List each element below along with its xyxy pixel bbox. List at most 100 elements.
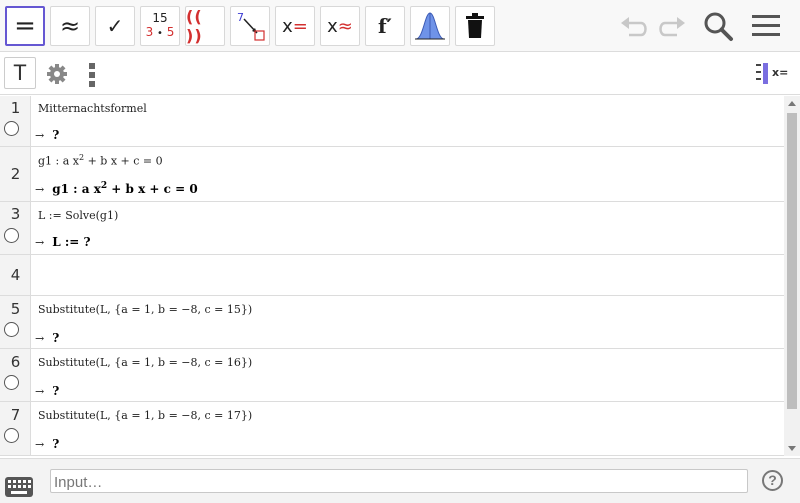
redo-button[interactable] bbox=[653, 8, 689, 44]
probability-calculator-button[interactable] bbox=[410, 6, 450, 46]
text-tool-icon: T bbox=[13, 60, 27, 85]
visibility-toggle[interactable] bbox=[4, 228, 19, 243]
scroll-thumb[interactable] bbox=[787, 113, 797, 409]
visibility-toggle[interactable] bbox=[4, 375, 19, 390]
row-output: →? bbox=[35, 128, 59, 142]
stylebar-toggle-button[interactable]: x= bbox=[756, 63, 790, 85]
row-output: → g1 : a x2 + b x + c = 0 bbox=[35, 181, 198, 196]
vertical-scrollbar[interactable] bbox=[784, 96, 800, 456]
evaluate-exact-button[interactable]: = bbox=[5, 6, 45, 46]
approx-icon: ≈ bbox=[59, 12, 81, 40]
more-options-button[interactable] bbox=[88, 62, 96, 88]
undo-button[interactable] bbox=[617, 8, 653, 44]
delete-button[interactable] bbox=[455, 6, 495, 46]
hamburger-icon bbox=[752, 15, 780, 36]
toolbar: = ≈ ✓ 15 3 • 5 (( )) 7 x = x ≈ f′ bbox=[0, 0, 800, 52]
solve-x-label: x bbox=[282, 15, 293, 37]
solve-equals-label: = bbox=[292, 15, 308, 37]
factor-right: 5 bbox=[166, 25, 175, 39]
check-icon: ✓ bbox=[106, 14, 124, 38]
output-text: L := ? bbox=[52, 235, 91, 249]
numeric-button[interactable]: ≈ bbox=[50, 6, 90, 46]
gear-icon bbox=[47, 64, 67, 84]
search-button[interactable] bbox=[700, 8, 736, 44]
row-input[interactable]: Substitute(L, {a = 1, b = −8, c = 15}) bbox=[38, 303, 252, 316]
nsolve-x-label: x bbox=[327, 15, 338, 37]
factor-top-label: 15 bbox=[152, 11, 168, 25]
row-output: →? bbox=[35, 437, 59, 451]
substitute-icon: 7 bbox=[237, 11, 265, 41]
stylebar-icon bbox=[756, 63, 768, 84]
scroll-down-icon[interactable] bbox=[788, 446, 796, 451]
factor-bottom-label: 3 • 5 bbox=[146, 25, 175, 41]
row-number: 2 bbox=[10, 165, 21, 183]
cas-row[interactable]: 7 Substitute(L, {a = 1, b = −8, c = 17})… bbox=[0, 402, 784, 456]
search-icon bbox=[704, 12, 733, 41]
row-input[interactable]: g1 : a x2 + b x + c = 0 bbox=[38, 153, 163, 168]
cas-row[interactable]: 5 Substitute(L, {a = 1, b = −8, c = 15})… bbox=[0, 296, 784, 349]
stylebar-label: x= bbox=[772, 66, 789, 79]
row-number: 3 bbox=[10, 205, 21, 223]
kebab-icon bbox=[89, 63, 95, 87]
row-input[interactable]: Substitute(L, {a = 1, b = −8, c = 17}) bbox=[38, 409, 252, 422]
row-output: →? bbox=[35, 331, 59, 345]
output-text: ? bbox=[52, 331, 60, 345]
output-arrow: → bbox=[35, 332, 45, 345]
derivative-icon: f′ bbox=[378, 14, 392, 38]
cas-row[interactable]: 6 Substitute(L, {a = 1, b = −8, c = 16})… bbox=[0, 349, 784, 402]
cas-row[interactable]: 3 L := Solve(g1) → L := ? bbox=[0, 202, 784, 255]
equals-icon: = bbox=[14, 11, 36, 41]
row-input[interactable]: Substitute(L, {a = 1, b = −8, c = 16}) bbox=[38, 356, 252, 369]
nsolve-approx-label: ≈ bbox=[337, 15, 353, 37]
row-header: 4 bbox=[0, 255, 31, 295]
svg-text:7: 7 bbox=[237, 11, 244, 24]
cas-row[interactable]: 2 g1 : a x2 + b x + c = 0 → g1 : a x2 + b… bbox=[0, 147, 784, 202]
keep-input-button[interactable]: ✓ bbox=[95, 6, 135, 46]
style-bar: T x= bbox=[0, 53, 800, 95]
output-arrow: → bbox=[35, 183, 45, 196]
row-number: 4 bbox=[10, 266, 21, 284]
input-part: g1 : a x bbox=[38, 154, 79, 168]
algebra-input-field[interactable] bbox=[50, 469, 748, 493]
solve-button[interactable]: x = bbox=[275, 6, 315, 46]
row-input[interactable]: Mitternachtsformel bbox=[38, 102, 147, 115]
redo-icon bbox=[659, 17, 685, 37]
factor-left: 3 bbox=[145, 25, 154, 39]
input-bar: ? bbox=[0, 458, 800, 503]
row-header: 6 bbox=[0, 349, 31, 401]
cas-row[interactable]: 4 bbox=[0, 255, 784, 296]
scroll-up-icon[interactable] bbox=[788, 101, 796, 106]
output-text: ? bbox=[52, 437, 60, 451]
derivative-button[interactable]: f′ bbox=[365, 6, 405, 46]
substitute-button[interactable]: 7 bbox=[230, 6, 270, 46]
visibility-toggle[interactable] bbox=[4, 322, 19, 337]
factor-button[interactable]: 15 3 • 5 bbox=[140, 6, 180, 46]
row-output: → L := ? bbox=[35, 235, 91, 249]
cas-row[interactable]: 1 Mitternachtsformel →? bbox=[0, 96, 784, 147]
output-text: ? bbox=[52, 384, 60, 398]
output-arrow: → bbox=[35, 385, 45, 398]
row-number: 7 bbox=[10, 406, 21, 424]
row-header: 2 bbox=[0, 147, 31, 201]
visibility-toggle[interactable] bbox=[4, 428, 19, 443]
settings-button[interactable] bbox=[46, 63, 68, 89]
row-header: 1 bbox=[0, 96, 31, 146]
input-part: + b x + c = 0 bbox=[84, 154, 163, 168]
trash-icon bbox=[466, 13, 484, 38]
row-header: 5 bbox=[0, 296, 31, 348]
expand-button[interactable]: (( )) bbox=[185, 6, 225, 46]
row-number: 6 bbox=[10, 353, 21, 371]
menu-button[interactable] bbox=[748, 8, 784, 44]
row-output: →? bbox=[35, 384, 59, 398]
keyboard-button[interactable] bbox=[5, 477, 33, 497]
factor-dot: • bbox=[157, 28, 163, 39]
visibility-toggle[interactable] bbox=[4, 121, 19, 136]
row-input[interactable]: L := Solve(g1) bbox=[38, 209, 118, 222]
help-button[interactable]: ? bbox=[762, 470, 783, 491]
help-icon: ? bbox=[768, 472, 777, 488]
row-header: 7 bbox=[0, 402, 31, 455]
text-tool-button[interactable]: T bbox=[4, 57, 36, 89]
output-arrow: → bbox=[35, 438, 45, 451]
cas-view: 1 Mitternachtsformel →? 2 g1 : a x2 + b … bbox=[0, 96, 784, 456]
solve-numerically-button[interactable]: x ≈ bbox=[320, 6, 360, 46]
